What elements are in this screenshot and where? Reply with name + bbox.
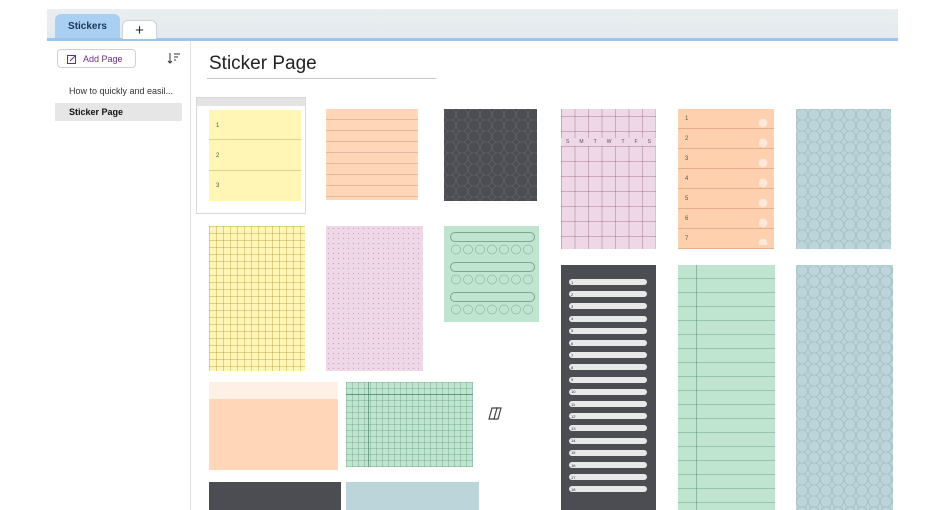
list-row-bar [569, 437, 647, 444]
list-row-number: 11 [571, 401, 576, 407]
row-number: 7 [685, 236, 689, 242]
blue-partial-sticker[interactable] [346, 482, 479, 510]
row-number: 5 [685, 196, 689, 202]
mint-habit-tracker-sticker[interactable] [444, 226, 539, 322]
selected-image-frame[interactable]: 1 2 3 [196, 97, 306, 214]
list-row-number: 3 [571, 303, 574, 309]
list-row-bar [569, 449, 647, 456]
list-row-bar [569, 401, 647, 407]
list-row-bar [569, 327, 647, 334]
sort-pages-icon[interactable] [167, 51, 181, 65]
list-row-bar [569, 376, 647, 383]
copilot-icon[interactable] [488, 407, 502, 420]
list-row-number: 15 [571, 450, 576, 456]
list-row-bar [569, 388, 647, 395]
page-title[interactable]: Sticker Page [207, 49, 436, 79]
add-section-button[interactable]: + [122, 20, 157, 39]
weekday-label: M [579, 139, 584, 145]
list-row-number: 6 [571, 340, 574, 346]
peach-banner-sticker[interactable] [209, 382, 338, 470]
weekday-label: W [606, 139, 612, 145]
list-row-number: 10 [571, 389, 576, 395]
list-row-bar [569, 279, 647, 285]
list-row-bar [569, 474, 647, 481]
numbered-yellow-sticker: 1 2 3 [209, 110, 301, 201]
list-row-number: 16 [571, 462, 576, 468]
row-number: 3 [216, 183, 220, 189]
pink-calendar-sticker[interactable]: S M T W T F S [561, 109, 656, 249]
row-number: 2 [685, 136, 689, 142]
list-row-number: 5 [571, 328, 574, 334]
list-row-bar [569, 486, 647, 493]
list-row-number: 9 [571, 377, 574, 383]
add-page-button[interactable]: Add Page [57, 49, 136, 68]
row-number: 2 [216, 153, 220, 159]
list-row-bar [569, 413, 647, 420]
page-list-sidebar: Add Page How to quickly and easil... Sti… [47, 41, 191, 510]
list-row-number: 7 [571, 352, 574, 358]
list-row-number: 1 [571, 279, 574, 285]
add-page-icon [67, 54, 76, 64]
weekday-label: T [593, 139, 597, 145]
blue-hex-sticker[interactable] [796, 109, 891, 249]
dark-hex-sticker[interactable] [444, 109, 537, 201]
page-item-sticker-page[interactable]: Sticker Page [55, 103, 182, 121]
list-row-bar [569, 303, 647, 310]
tab-stickers[interactable]: Stickers [55, 14, 120, 38]
orange-numbered-sticker[interactable]: 1 2 3 4 5 6 7 [678, 109, 774, 249]
blue-hex-tall-sticker[interactable] [796, 265, 893, 510]
section-tab-bar: Stickers + [47, 9, 898, 41]
weekday-label: S [647, 139, 651, 145]
row-number: 1 [216, 123, 220, 129]
list-row-bar [569, 462, 647, 468]
list-row-number: 14 [571, 438, 576, 444]
list-row-number: 8 [571, 364, 574, 370]
weekday-label: F [634, 139, 638, 145]
page-item-how-to[interactable]: How to quickly and easil... [55, 82, 182, 100]
list-row-number: 18 [571, 486, 576, 492]
pink-dotted-sticker[interactable] [326, 226, 423, 371]
list-row-bar [569, 364, 647, 371]
dark-partial-sticker[interactable] [209, 482, 341, 510]
row-number: 1 [685, 116, 689, 122]
list-row-number: 17 [571, 474, 576, 480]
list-row-number: 2 [571, 291, 574, 297]
weekday-label: T [621, 139, 625, 145]
list-row-number: 12 [571, 413, 576, 419]
list-row-bar [569, 425, 647, 432]
list-row-bar [569, 291, 647, 298]
list-row-number: 4 [571, 316, 574, 322]
mint-lined-sticker[interactable] [678, 265, 775, 510]
row-number: 6 [685, 216, 689, 222]
yellow-grid-sticker[interactable] [209, 226, 305, 371]
peach-lined-sticker[interactable] [326, 109, 418, 200]
app-window: Stickers + Add Page How to quickly and e… [47, 9, 898, 510]
list-row-bar [569, 352, 647, 359]
weekday-label: S [566, 139, 570, 145]
row-number: 3 [685, 156, 689, 162]
mint-grid-sticker[interactable] [346, 382, 473, 467]
dark-numbered-list-sticker[interactable]: 1 2 3 4 5 6 7 8 9 10 11 12 13 14 15 16 17 18 [561, 265, 656, 510]
list-row-number: 13 [571, 425, 576, 431]
image-drag-handle[interactable] [197, 98, 305, 106]
list-row-bar [569, 340, 647, 346]
list-row-bar [569, 315, 647, 322]
row-number: 4 [685, 176, 689, 182]
add-page-label: Add Page [83, 53, 123, 64]
